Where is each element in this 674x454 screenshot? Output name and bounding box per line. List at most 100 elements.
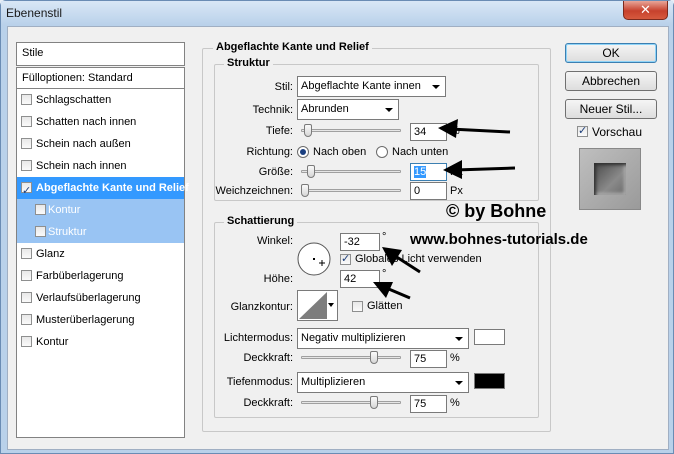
size-unit: Px — [450, 166, 463, 178]
effect-item-bevel-emboss[interactable]: Abgeflachte Kante und Relief — [17, 177, 189, 202]
effect-label: Schlagschatten — [36, 94, 112, 106]
shadow-mode-select[interactable]: Multiplizieren — [297, 372, 469, 393]
fill-options-item[interactable]: Fülloptionen: Standard — [16, 67, 185, 89]
shadow-opacity-thumb[interactable] — [370, 396, 378, 409]
effect-label: Glanz — [36, 248, 65, 260]
color-overlay-checkbox[interactable] — [21, 270, 32, 281]
effect-label: Schein nach außen — [36, 138, 131, 150]
cancel-button[interactable]: Abbrechen — [565, 71, 657, 91]
inner-shadow-checkbox[interactable] — [21, 116, 32, 127]
depth-value: 34 — [414, 126, 427, 138]
shading-title: Schattierung — [224, 215, 298, 227]
depth-input[interactable]: 34 — [410, 123, 447, 141]
direction-down-label[interactable]: Nach unten — [392, 146, 448, 158]
effect-item-pattern-overlay[interactable]: Musterüberlagerung — [17, 309, 184, 331]
highlight-opacity-value: 75 — [414, 353, 427, 365]
effect-item-gradient-overlay[interactable]: Verlaufsüberlagerung — [17, 287, 184, 309]
bevel-emboss-title: Abgeflachte Kante und Relief — [213, 41, 372, 53]
inner-glow-checkbox[interactable] — [21, 160, 32, 171]
highlight-opacity-thumb[interactable] — [370, 351, 378, 364]
bevel-emboss-checkbox[interactable] — [21, 180, 32, 202]
direction-up-radio[interactable] — [297, 146, 309, 158]
size-input[interactable]: 15 — [410, 163, 447, 181]
effect-label: Abgeflachte Kante und Relief — [36, 182, 189, 194]
altitude-label: Höhe: — [263, 273, 293, 285]
chevron-down-icon — [432, 85, 440, 89]
style-label: Stil: — [274, 81, 293, 93]
shadow-mode-value: Multiplizieren — [301, 376, 366, 388]
new-style-button[interactable]: Neuer Stil... — [565, 99, 657, 119]
texture-checkbox[interactable] — [35, 226, 46, 237]
anti-aliased-checkbox[interactable] — [352, 301, 363, 312]
effect-item-stroke[interactable]: Kontur — [17, 331, 184, 353]
effect-label: Struktur — [48, 226, 87, 238]
altitude-unit: ° — [382, 268, 387, 280]
gloss-contour-label: Glanzkontur: — [230, 301, 293, 313]
shadow-color-swatch[interactable] — [474, 373, 505, 389]
soften-slider-thumb[interactable] — [301, 184, 309, 197]
size-slider-track[interactable] — [301, 170, 401, 173]
depth-unit: % — [450, 125, 460, 137]
size-slider-thumb[interactable] — [306, 165, 315, 178]
title-bar[interactable]: Ebenenstil ✕ — [1, 1, 673, 25]
pattern-overlay-checkbox[interactable] — [21, 314, 32, 325]
highlight-color-swatch[interactable] — [474, 329, 505, 345]
angle-dial[interactable] — [296, 241, 332, 277]
highlight-opacity-label: Deckkraft: — [243, 352, 293, 364]
style-preview — [579, 148, 641, 210]
direction-label: Richtung: — [246, 146, 293, 158]
technique-select[interactable]: Abrunden — [297, 99, 399, 120]
ok-button[interactable]: OK — [565, 43, 657, 63]
chevron-down-icon — [455, 337, 463, 341]
effect-item-contour[interactable]: Kontur — [17, 199, 184, 221]
global-light-label[interactable]: Globales Licht verwenden — [355, 253, 482, 265]
effect-label: Schein nach innen — [36, 160, 127, 172]
preview-swatch — [594, 163, 626, 195]
shadow-opacity-track[interactable] — [301, 401, 401, 404]
altitude-input[interactable]: 42 — [340, 270, 380, 288]
effect-item-texture[interactable]: Struktur — [17, 221, 184, 243]
outer-glow-checkbox[interactable] — [21, 138, 32, 149]
anti-aliased-label[interactable]: Glätten — [367, 300, 402, 312]
depth-slider-thumb[interactable] — [303, 124, 312, 137]
gloss-contour-picker[interactable] — [297, 290, 338, 321]
bevel-style-select[interactable]: Abgeflachte Kante innen — [297, 76, 446, 97]
contour-checkbox[interactable] — [35, 204, 46, 215]
effect-item-outer-glow[interactable]: Schein nach außen — [17, 133, 184, 155]
soften-value: 0 — [414, 185, 421, 197]
shadow-opacity-value: 75 — [414, 398, 427, 410]
highlight-mode-label: Lichtermodus: — [223, 332, 293, 344]
soften-slider-track[interactable] — [301, 189, 401, 192]
soften-input[interactable]: 0 — [410, 182, 447, 200]
effects-list: Schlagschatten Schatten nach innen Schei… — [16, 89, 189, 438]
effect-item-inner-glow[interactable]: Schein nach innen — [17, 155, 184, 177]
preview-label[interactable]: Vorschau — [592, 125, 642, 139]
styles-header[interactable]: Stile — [16, 42, 185, 66]
effect-item-inner-shadow[interactable]: Schatten nach innen — [17, 111, 184, 133]
altitude-value: 42 — [344, 273, 357, 285]
preview-checkbox[interactable] — [577, 124, 588, 137]
direction-up-label[interactable]: Nach oben — [313, 146, 366, 158]
gradient-overlay-checkbox[interactable] — [21, 292, 32, 303]
effect-item-color-overlay[interactable]: Farbüberlagerung — [17, 265, 184, 287]
stroke-checkbox[interactable] — [21, 336, 32, 347]
highlight-opacity-input[interactable]: 75 — [410, 350, 447, 368]
effect-item-drop-shadow[interactable]: Schlagschatten — [17, 89, 184, 111]
direction-down-radio[interactable] — [376, 146, 388, 158]
highlight-mode-select[interactable]: Negativ multiplizieren — [297, 328, 469, 349]
global-light-checkbox[interactable] — [340, 252, 351, 265]
depth-slider-track[interactable] — [301, 129, 401, 132]
effect-item-satin[interactable]: Glanz — [17, 243, 184, 265]
shadow-mode-label: Tiefenmodus: — [226, 376, 293, 388]
drop-shadow-checkbox[interactable] — [21, 94, 32, 105]
technique-value: Abrunden — [301, 103, 349, 115]
soften-label: Weichzeichnen: — [215, 185, 293, 197]
close-button[interactable]: ✕ — [623, 1, 668, 20]
angle-input[interactable]: -32 — [340, 233, 380, 251]
shadow-opacity-input[interactable]: 75 — [410, 395, 447, 413]
highlight-opacity-track[interactable] — [301, 356, 401, 359]
technique-label: Technik: — [252, 104, 293, 116]
effect-label: Musterüberlagerung — [36, 314, 135, 326]
size-value: 15 — [414, 166, 427, 178]
satin-checkbox[interactable] — [21, 248, 32, 259]
